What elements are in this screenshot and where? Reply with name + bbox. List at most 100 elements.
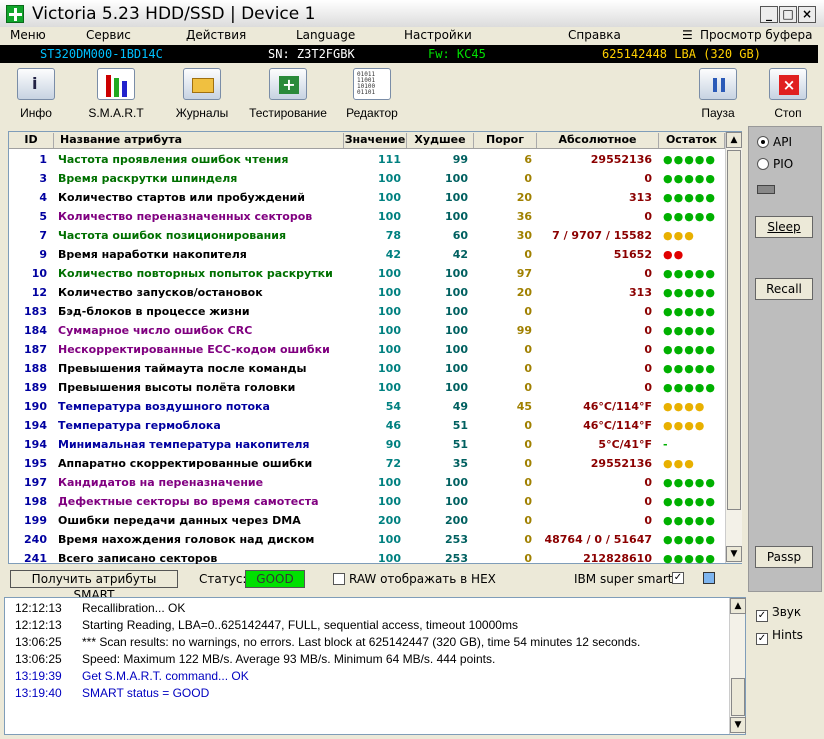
log-message: *** Scan results: no warnings, no errors… [82,635,641,649]
attr-worst: 51 [452,419,468,432]
stop-button[interactable]: × Стоп [766,68,810,124]
attr-name: Бэд-блоков в процессе жизни [58,305,250,318]
log-scroll-up-button[interactable]: ▲ [730,598,746,614]
smart-row[interactable]: 4 Количество стартов или пробуждений 100 10… [9,188,725,207]
smart-row[interactable]: 1 Частота проявления ошибок чтения 111 99 6 2… [9,150,725,169]
smart-row[interactable]: 241 Всего записано секторов 100 253 0 2128286… [9,549,725,568]
log-time: 13:19:40 [15,686,62,700]
col-name[interactable]: Название атрибута [54,133,344,148]
col-worst[interactable]: Худшее [407,133,474,148]
attr-value: 100 [378,362,401,375]
smart-row[interactable]: 194 Минимальная температура накопителя 90 5… [9,435,725,454]
scroll-down-button[interactable]: ▼ [726,546,742,562]
attr-worst: 60 [452,229,468,242]
menu-item-language[interactable]: Language [296,28,355,42]
smart-row[interactable]: 187 Нескорректированные ECC-кодом ошибки 1… [9,340,725,359]
smart-row[interactable]: 190 Температура воздушного потока 54 49 45 46… [9,397,725,416]
testing-button[interactable]: + Тестирование [246,68,330,124]
device-info-bar: ST320DM000-1BD14C SN: Z3T2FGBK Fw: KC45 … [0,45,818,63]
attr-name: Температура гермоблока [58,419,221,432]
log-time: 13:19:39 [15,669,62,683]
attr-name: Кандидатов на переназначение [58,476,264,489]
log-scroll-down-button[interactable]: ▼ [730,717,746,733]
smart-row[interactable]: 199 Ошибки передачи данных через DMA 200 20… [9,511,725,530]
attr-raw: 48764 / 0 / 51647 [544,533,652,546]
radio-on-icon [757,136,769,148]
smart-row[interactable]: 5 Количество переназначенных секторов 100 1… [9,207,725,226]
info-button[interactable]: i Инфо [8,68,64,124]
attr-raw: 0 [644,267,652,280]
smart-row[interactable]: 10 Количество повторных попыток раскрутки… [9,264,725,283]
log-scroll-thumb[interactable] [731,678,745,716]
hints-checkbox[interactable]: ✓ Hints [756,628,803,645]
col-value[interactable]: Значение [344,133,407,148]
binary-editor-icon: 01011 11001 10100 01101 [353,68,391,100]
buffer-view-icon: ☰ [682,28,693,42]
smart-scrollbar[interactable]: ▲ ▼ [725,132,742,563]
smart-row[interactable]: 189 Превышения высоты полёта головки 100 10… [9,378,725,397]
col-remaining[interactable]: Остаток [659,133,725,148]
attr-threshold: 45 [516,400,532,413]
pause-icon [699,68,737,100]
device-firmware: Fw: KC45 [428,47,486,61]
menu-item-service[interactable]: Сервис [86,28,131,42]
col-raw[interactable]: Абсолютное [537,133,659,148]
smart-row[interactable]: 240 Время нахождения головок над диском 10… [9,530,725,549]
raw-hex-checkbox[interactable]: RAW отображать в HEX [333,572,496,586]
menu-item-buffer-view[interactable]: Просмотр буфера [700,28,813,42]
attr-raw: 0 [644,362,652,375]
sleep-button[interactable]: Sleep [755,216,813,238]
passp-button[interactable]: Passp [755,546,813,568]
attr-threshold: 0 [524,457,532,470]
smart-row[interactable]: 198 Дефектные секторы во время самотеста 1… [9,492,725,511]
smart-row[interactable]: 183 Бэд-блоков в процессе жизни 100 100 0 0 ●●… [9,302,725,321]
right-panel: API PIO Sleep Recall Passp [748,126,822,592]
menu-item-settings[interactable]: Настройки [404,28,472,42]
smart-row[interactable]: 188 Превышения таймаута после команды 100 1… [9,359,725,378]
ibm-color-swatch[interactable] [703,572,715,584]
attr-name: Ошибки передачи данных через DMA [58,514,301,527]
attr-name: Частота ошибок позиционирования [58,229,287,242]
info-icon: i [17,68,55,100]
scroll-thumb[interactable] [727,150,741,510]
maximize-button[interactable]: □ [779,6,797,23]
col-threshold[interactable]: Порог [474,133,537,148]
attr-value: 100 [378,267,401,280]
attr-id: 184 [24,324,47,337]
ibm-checkbox[interactable]: ✓ [672,572,684,584]
smart-row[interactable]: 9 Время наработки накопителя 42 42 0 51652 ●● [9,245,725,264]
menu-item-menu[interactable]: Меню [10,28,46,42]
smart-row[interactable]: 7 Частота ошибок позиционирования 78 60 30 7 … [9,226,725,245]
attr-raw: 0 [644,343,652,356]
smart-row[interactable]: 197 Кандидатов на переназначение 100 100 0 0 ●… [9,473,725,492]
smart-row[interactable]: 12 Количество запусков/остановок 100 100 20 3… [9,283,725,302]
logs-button[interactable]: Журналы [172,68,232,124]
attr-id: 183 [24,305,47,318]
recall-button[interactable]: Recall [755,278,813,300]
smart-row[interactable]: 184 Суммарное число ошибок CRC 100 100 99 0 ●●… [9,321,725,340]
checkbox-checked-icon: ✓ [756,610,768,622]
scroll-up-button[interactable]: ▲ [726,132,742,148]
api-radio[interactable]: API [757,135,792,149]
sound-checkbox[interactable]: ✓ Звук [756,605,801,622]
menu-item-actions[interactable]: Действия [186,28,246,42]
pio-radio[interactable]: PIO [757,157,793,171]
smart-row[interactable]: 194 Температура гермоблока 46 51 0 46°C/114°F… [9,416,725,435]
col-id[interactable]: ID [9,133,54,148]
attr-worst: 100 [445,343,468,356]
menu-item-help[interactable]: Справка [568,28,621,42]
pause-button[interactable]: Пауза [696,68,740,124]
get-smart-button[interactable]: Получить атрибуты SMART [10,570,178,602]
status-badge: GOOD [245,570,305,588]
minimize-button[interactable]: _ [760,6,778,23]
smart-button[interactable]: S.M.A.R.T [86,68,146,124]
smart-row[interactable]: 3 Время раскрутки шпинделя 100 100 0 0 ●●●●● [9,169,725,188]
smart-row[interactable]: 195 Аппаратно скорректированные ошибки 72 3… [9,454,725,473]
attr-id: 195 [24,457,47,470]
attr-health-dots: ●●●●● [663,381,716,394]
attr-value: 100 [378,210,401,223]
editor-button[interactable]: 01011 11001 10100 01101 Редактор [344,68,400,124]
attr-raw: 0 [644,381,652,394]
close-button[interactable]: × [798,6,816,23]
log-scrollbar[interactable]: ▲ ▼ [729,598,746,734]
